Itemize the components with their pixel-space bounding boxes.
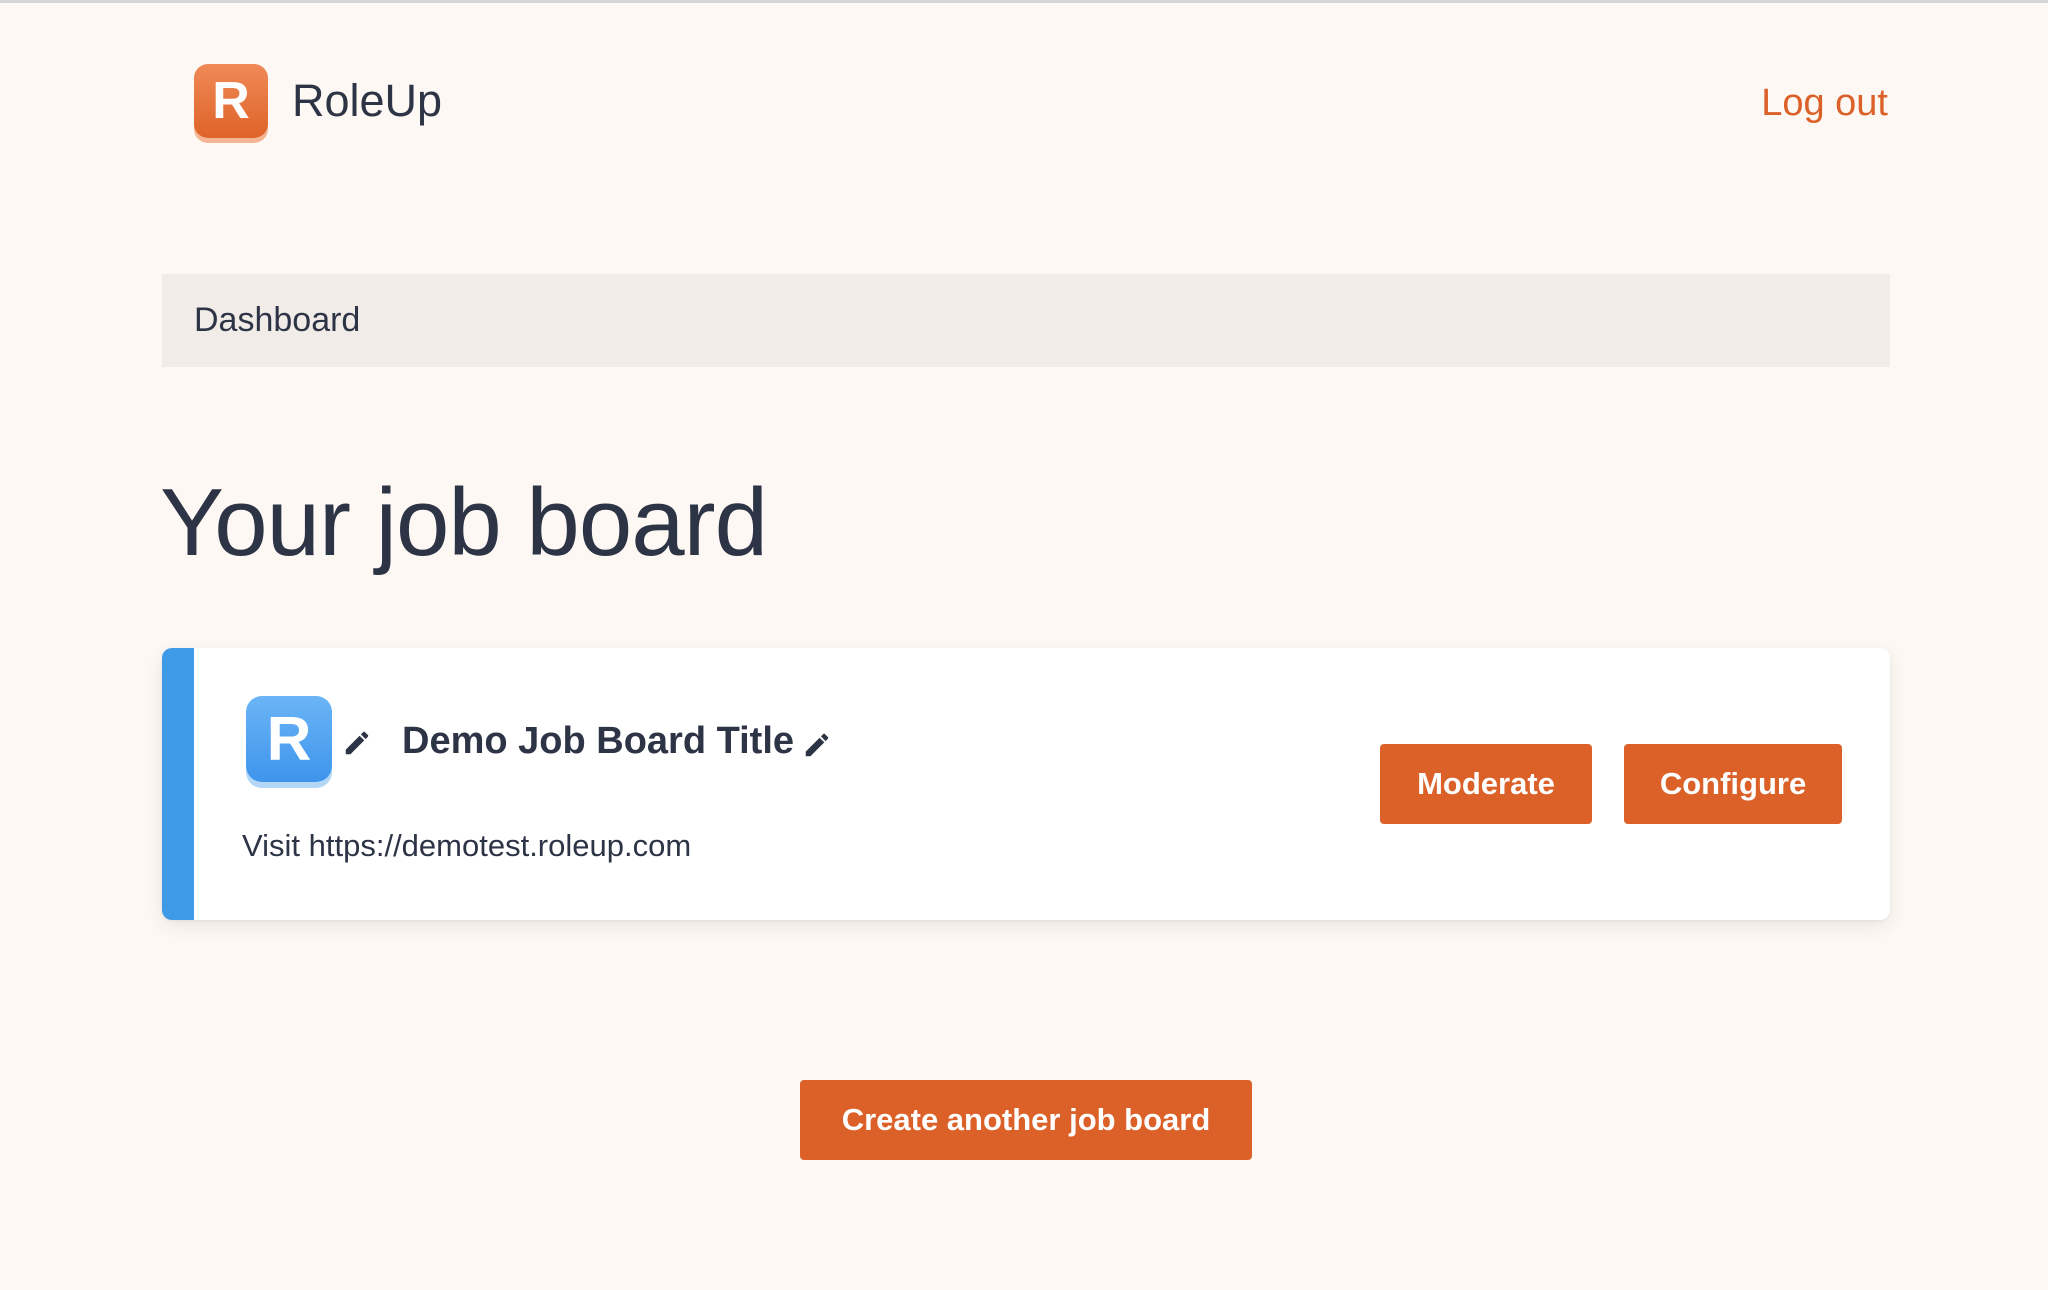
page-title: Your job board	[160, 469, 768, 576]
job-board-logo[interactable]: R	[246, 696, 332, 782]
brand-home-link[interactable]: R RoleUp	[194, 64, 442, 138]
visit-prefix: Visit	[242, 828, 301, 863]
breadcrumb-item-dashboard: Dashboard	[194, 301, 361, 339]
configure-button[interactable]: Configure	[1624, 744, 1842, 824]
site-header: R RoleUp Log out	[194, 64, 1888, 146]
top-border	[0, 0, 2048, 3]
breadcrumb: Dashboard	[162, 274, 1890, 367]
brand-name: RoleUp	[292, 75, 443, 126]
logout-link[interactable]: Log out	[1761, 82, 1888, 125]
card-accent-bar	[162, 648, 194, 920]
job-board-title: Demo Job Board Title	[402, 720, 795, 762]
roleup-logo: R	[194, 64, 268, 138]
job-board-url-link[interactable]: https://demotest.roleup.com	[309, 828, 692, 863]
edit-logo-pencil-icon[interactable]	[342, 728, 372, 758]
job-board-card: R Demo Job Board Title Visit https://dem…	[162, 648, 1890, 920]
moderate-button[interactable]: Moderate	[1380, 744, 1592, 824]
create-job-board-button[interactable]: Create another job board	[800, 1080, 1252, 1160]
edit-title-pencil-icon[interactable]	[802, 730, 832, 760]
visit-line: Visit https://demotest.roleup.com	[242, 828, 691, 864]
